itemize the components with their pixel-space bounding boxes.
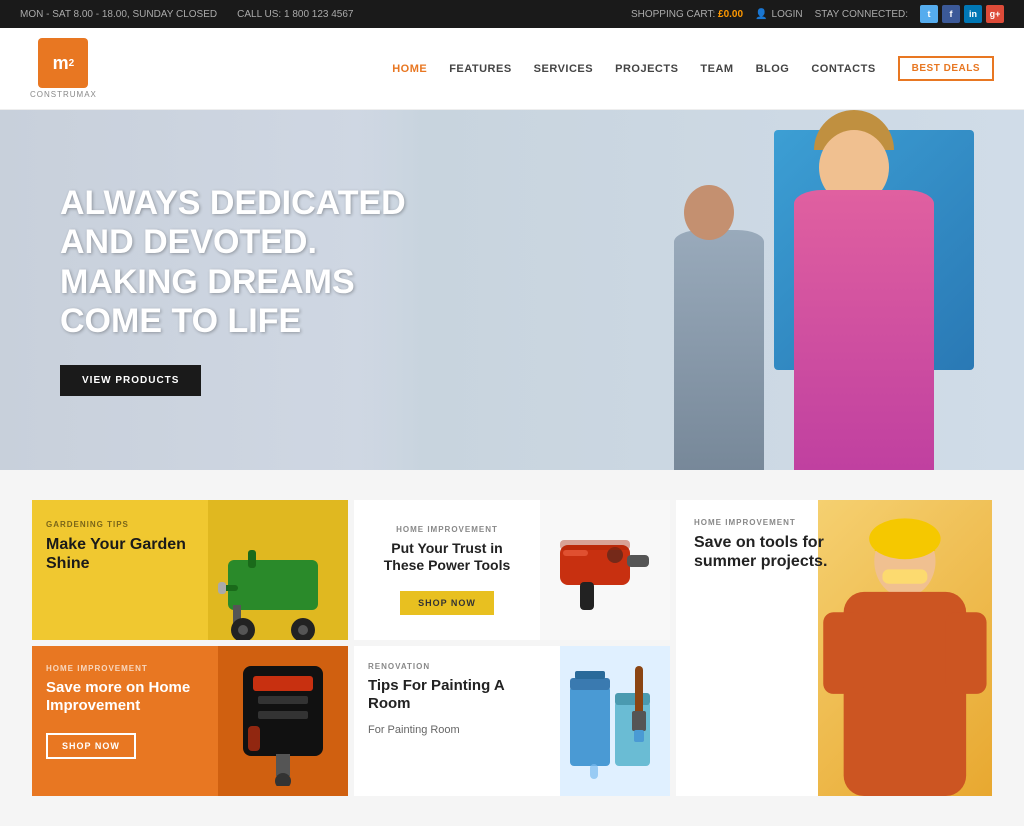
login-link[interactable]: 👤 LOGIN — [755, 9, 803, 20]
main-nav: HOME FEATURES SERVICES PROJECTS TEAM BLO… — [392, 56, 994, 81]
business-hours: MON - SAT 8.00 - 18.00, SUNDAY CLOSED — [20, 9, 217, 20]
facebook-icon[interactable]: f — [942, 5, 960, 23]
card5-category: RENOVATION — [368, 662, 546, 671]
cart-label: SHOPPING CART: £0.00 — [631, 9, 743, 20]
linkedin-icon[interactable]: in — [964, 5, 982, 23]
router-icon — [223, 656, 343, 786]
card2-image — [540, 500, 670, 640]
nav-projects[interactable]: PROJECTS — [615, 63, 678, 75]
heat-gun-icon — [555, 520, 655, 620]
stay-connected-label: STAY CONNECTED: — [815, 9, 908, 20]
nav-services[interactable]: SERVICES — [534, 63, 593, 75]
cards-grid: GARDENING TIPS Make Your Garden Shine — [32, 500, 992, 796]
card-home-improvement: HOME IMPROVEMENT Save more on Home Impro… — [32, 646, 348, 796]
logo-icon: m2 — [38, 38, 88, 88]
card4-title: Save more on Home Improvement — [46, 679, 204, 715]
card-painting: RENOVATION Tips For Painting A Room For … — [354, 646, 670, 796]
header: m2 CONSTRUMAX HOME FEATURES SERVICES PRO… — [0, 28, 1024, 110]
social-icons: t f in g+ — [920, 5, 1004, 23]
card3-category: HOME IMPROVEMENT — [694, 518, 832, 527]
top-bar: MON - SAT 8.00 - 18.00, SUNDAY CLOSED CA… — [0, 0, 1024, 28]
card2-category: HOME IMPROVEMENT — [370, 525, 524, 534]
card-summer: HOME IMPROVEMENT Save on tools for summe… — [676, 500, 992, 796]
card5-subtitle: For Painting Room — [368, 723, 546, 738]
card5-title: Tips For Painting A Room — [368, 677, 546, 713]
best-deals-button[interactable]: BEST DEALS — [898, 56, 994, 81]
logo[interactable]: m2 CONSTRUMAX — [30, 38, 97, 99]
hero-content: ALWAYS DEDICATED AND DEVOTED. MAKING DRE… — [0, 184, 466, 395]
card4-category: HOME IMPROVEMENT — [46, 664, 204, 673]
card-gardening: GARDENING TIPS Make Your Garden Shine — [32, 500, 348, 640]
card-powertools: HOME IMPROVEMENT Put Your Trust in These… — [354, 500, 670, 640]
card1-title: Make Your Garden Shine — [46, 535, 194, 573]
phone-number: CALL US: 1 800 123 4567 — [237, 9, 353, 20]
nav-home[interactable]: HOME — [392, 63, 427, 75]
figure-female — [764, 130, 964, 470]
hero-title: ALWAYS DEDICATED AND DEVOTED. MAKING DRE… — [60, 184, 406, 340]
lawnmower-icon — [218, 540, 338, 640]
nav-blog[interactable]: BLOG — [756, 63, 790, 75]
paint-items-icon — [560, 656, 670, 786]
card4-shop-button[interactable]: SHOP NOW — [46, 733, 136, 759]
cards-section: GARDENING TIPS Make Your Garden Shine — [0, 470, 1024, 826]
nav-team[interactable]: TEAM — [700, 63, 733, 75]
card3-title: Save on tools for summer projects. — [694, 533, 832, 571]
cart-amount[interactable]: £0.00 — [718, 9, 743, 20]
googleplus-icon[interactable]: g+ — [986, 5, 1004, 23]
card1-image — [208, 500, 348, 640]
card2-shop-button[interactable]: SHOP NOW — [400, 591, 494, 615]
nav-features[interactable]: FEATURES — [449, 63, 511, 75]
nav-contacts[interactable]: CONTACTS — [811, 63, 875, 75]
card1-category: GARDENING TIPS — [46, 520, 194, 529]
user-icon: 👤 — [755, 9, 767, 20]
twitter-icon[interactable]: t — [920, 5, 938, 23]
card5-image — [560, 646, 670, 796]
logo-subtitle: CONSTRUMAX — [30, 90, 97, 99]
card2-title: Put Your Trust in These Power Tools — [370, 540, 524, 574]
card4-image — [218, 646, 348, 796]
hero-section: ALWAYS DEDICATED AND DEVOTED. MAKING DRE… — [0, 110, 1024, 470]
view-products-button[interactable]: VIEW PRODUCTS — [60, 365, 201, 396]
